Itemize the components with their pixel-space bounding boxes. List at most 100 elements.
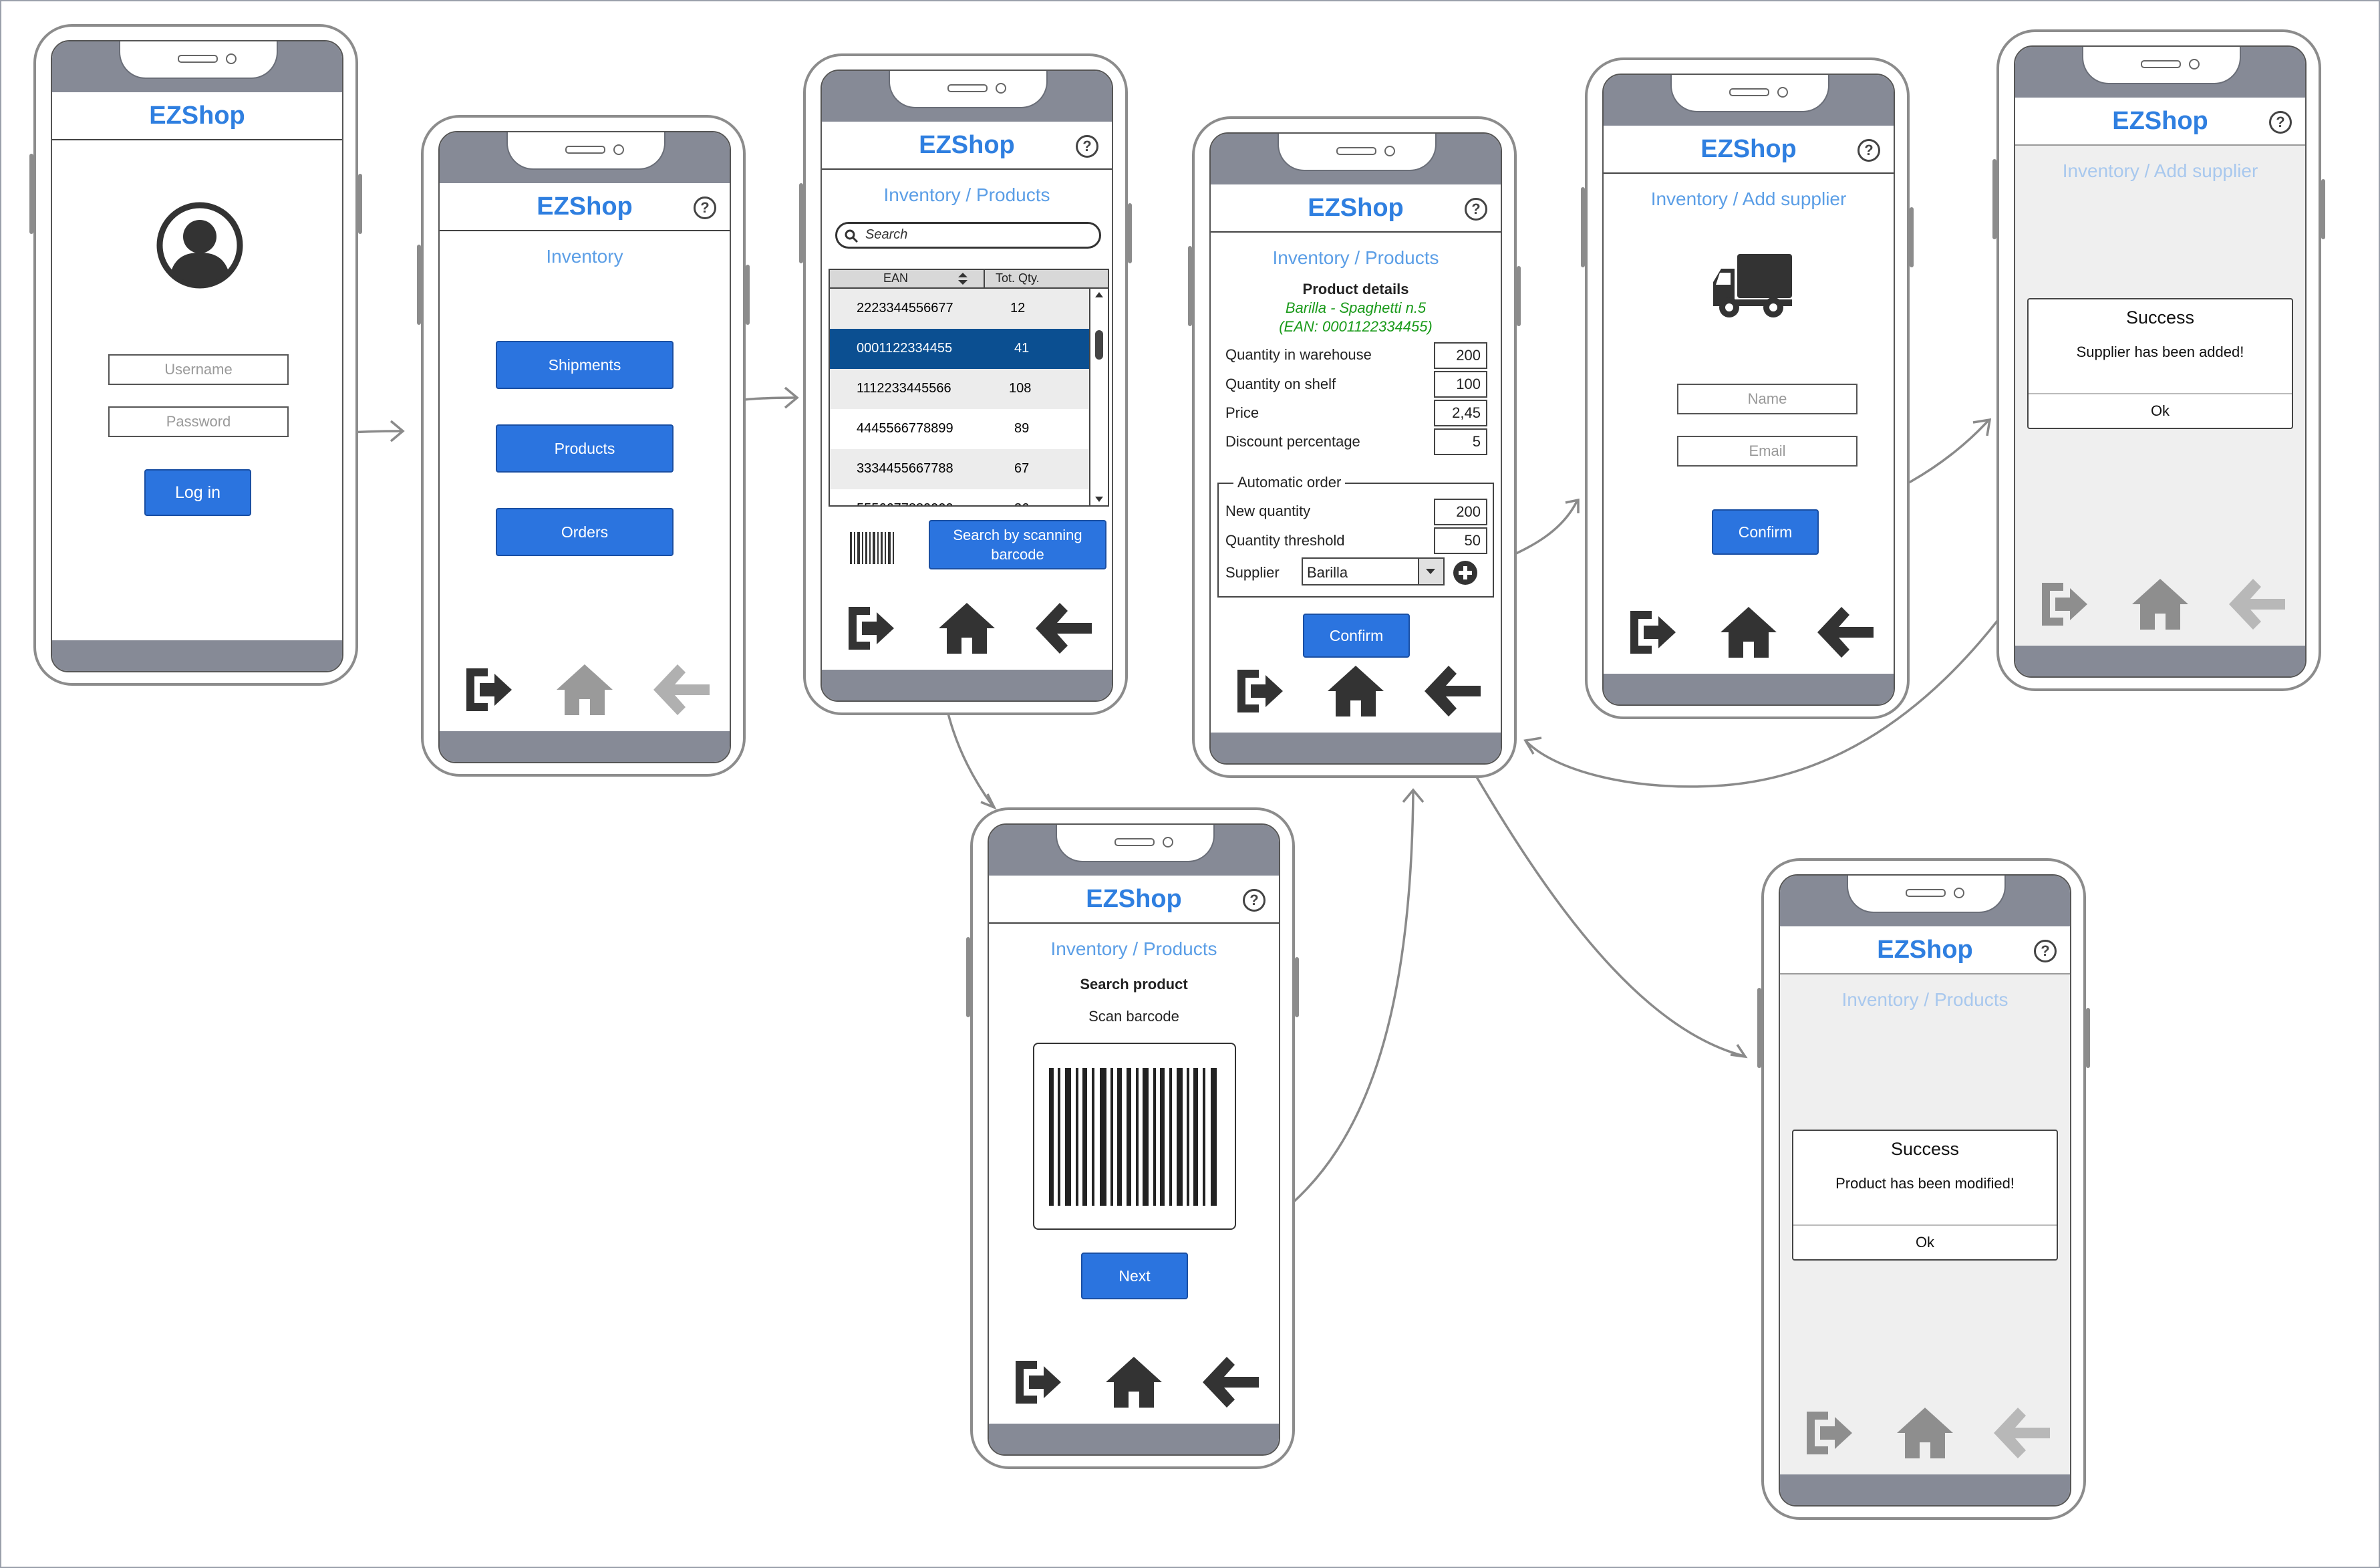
phone-product-success: EZShop ? Inventory / Products Success Pr… <box>1757 858 2090 1520</box>
home-icon[interactable] <box>1715 599 1782 666</box>
table-row[interactable]: 1112233445566 108 <box>830 369 1090 409</box>
supplier-select[interactable]: Barilla <box>1302 557 1445 585</box>
logout-icon[interactable] <box>1002 1349 1069 1416</box>
logout-icon[interactable] <box>1224 658 1291 725</box>
back-arrow-icon[interactable] <box>1032 595 1098 662</box>
column-header-qty[interactable]: Tot. Qty. <box>996 271 1040 285</box>
home-icon[interactable] <box>1100 1349 1167 1416</box>
table-row-selected[interactable]: 0001122334455 41 <box>830 329 1090 369</box>
status-bar <box>52 41 342 92</box>
logout-icon[interactable] <box>453 656 520 723</box>
scrollbar[interactable] <box>1089 289 1108 505</box>
table-row[interactable]: 4445566778899 89 <box>830 409 1090 449</box>
speaker <box>1729 88 1769 96</box>
home-icon[interactable] <box>1892 1400 1958 1466</box>
status-bar <box>2015 47 2305 98</box>
back-arrow-icon[interactable] <box>2225 571 2292 638</box>
quantity-warehouse-field[interactable]: 200 <box>1434 342 1487 369</box>
cell-ean: 5556677889900 <box>857 501 953 505</box>
back-arrow-icon[interactable] <box>649 656 716 723</box>
dropdown-button[interactable] <box>1418 559 1443 584</box>
products-button[interactable]: Products <box>496 424 674 473</box>
quantity-threshold-field[interactable]: 50 <box>1434 527 1487 554</box>
ok-button[interactable]: Ok <box>2029 393 2292 428</box>
back-arrow-icon[interactable] <box>1421 658 1487 725</box>
logout-icon[interactable] <box>1793 1400 1860 1466</box>
search-input[interactable]: Search <box>835 222 1101 249</box>
next-button[interactable]: Next <box>1081 1253 1188 1299</box>
cell-ean: 4445566778899 <box>857 421 953 436</box>
field-label: Discount percentage <box>1225 433 1360 450</box>
supplier-email-field[interactable]: Email <box>1677 436 1857 467</box>
barcode-viewfinder <box>1033 1043 1236 1230</box>
orders-button[interactable]: Orders <box>496 508 674 556</box>
sort-icon[interactable] <box>957 272 969 285</box>
home-icon[interactable] <box>933 595 1000 662</box>
shipments-button[interactable]: Shipments <box>496 341 674 389</box>
ok-button[interactable]: Ok <box>1793 1224 2057 1259</box>
phone-notch <box>889 71 1048 108</box>
help-icon[interactable]: ? <box>1076 135 1098 158</box>
table-row[interactable]: 5556677889900 36 <box>830 489 1090 505</box>
scroll-up-icon[interactable] <box>1094 291 1104 298</box>
phone-notch <box>1847 876 2006 913</box>
table-row[interactable]: 3334455667788 67 <box>830 449 1090 489</box>
supplier-success-screen: EZShop ? Inventory / Add supplier Succes… <box>2014 45 2307 678</box>
help-icon[interactable]: ? <box>1465 198 1487 221</box>
new-quantity-field[interactable]: 200 <box>1434 499 1487 525</box>
help-icon[interactable]: ? <box>694 197 716 219</box>
scroll-thumb[interactable] <box>1095 330 1103 360</box>
help-icon[interactable]: ? <box>2034 940 2057 962</box>
camera <box>1163 837 1173 847</box>
plus-circle-icon[interactable] <box>1453 560 1478 585</box>
field-label: Quantity in warehouse <box>1225 346 1372 363</box>
logout-icon[interactable] <box>2029 571 2095 638</box>
back-arrow-icon[interactable] <box>1813 599 1880 666</box>
camera <box>1777 87 1788 98</box>
product-success-screen: EZShop ? Inventory / Products Success Pr… <box>1779 874 2071 1507</box>
login-button[interactable]: Log in <box>144 469 251 516</box>
supplier-name-field[interactable]: Name <box>1677 384 1857 414</box>
help-icon[interactable]: ? <box>1243 889 1266 912</box>
success-dialog: Success Supplier has been added! Ok <box>2027 298 2293 429</box>
barcode-icon <box>1049 1068 1217 1206</box>
discount-field[interactable]: 5 <box>1434 428 1487 455</box>
bottom-bar <box>989 1424 1279 1454</box>
home-icon[interactable] <box>551 656 618 723</box>
password-field[interactable]: Password <box>108 406 289 437</box>
quantity-shelf-field[interactable]: 100 <box>1434 371 1487 398</box>
field-label: Price <box>1225 404 1259 421</box>
status-bar <box>1604 75 1894 126</box>
camera <box>226 53 237 64</box>
back-arrow-icon[interactable] <box>1990 1400 2057 1466</box>
search-placeholder: Search <box>865 227 908 242</box>
scroll-down-icon[interactable] <box>1094 496 1104 503</box>
details-title: Product details <box>1302 281 1409 297</box>
home-icon[interactable] <box>1322 658 1389 725</box>
camera <box>2189 59 2200 70</box>
logout-icon[interactable] <box>1617 599 1684 666</box>
column-header-ean[interactable]: EAN <box>883 271 908 285</box>
bottom-bar <box>1604 674 1894 704</box>
back-arrow-icon[interactable] <box>1199 1349 1266 1416</box>
confirm-button[interactable]: Confirm <box>1712 509 1819 555</box>
phone-supplier-success: EZShop ? Inventory / Add supplier Succes… <box>1992 29 2325 691</box>
bottom-bar <box>2015 646 2305 676</box>
price-field[interactable]: 2,45 <box>1434 400 1487 426</box>
table-row[interactable]: 2223344556677 12 <box>830 289 1090 329</box>
login-screen: EZShop Username Password Log in <box>51 40 343 672</box>
field-label: Quantity on shelf <box>1225 376 1336 392</box>
help-icon[interactable]: ? <box>1857 139 1880 162</box>
dialog-message: Product has been modified! <box>1835 1175 2015 1192</box>
logout-icon[interactable] <box>835 595 902 662</box>
inventory-screen: EZShop ? Inventory Shipments Products Or… <box>438 131 731 763</box>
status-bar <box>1211 134 1501 184</box>
home-icon[interactable] <box>2127 571 2194 638</box>
cell-qty: 67 <box>1014 461 1030 476</box>
phone-notch <box>1278 134 1437 171</box>
nav-bar <box>1780 1400 2070 1466</box>
confirm-button[interactable]: Confirm <box>1303 614 1410 658</box>
scan-barcode-button[interactable]: Search by scanning barcode <box>929 520 1106 569</box>
username-field[interactable]: Username <box>108 354 289 385</box>
help-icon[interactable]: ? <box>2269 111 2292 134</box>
